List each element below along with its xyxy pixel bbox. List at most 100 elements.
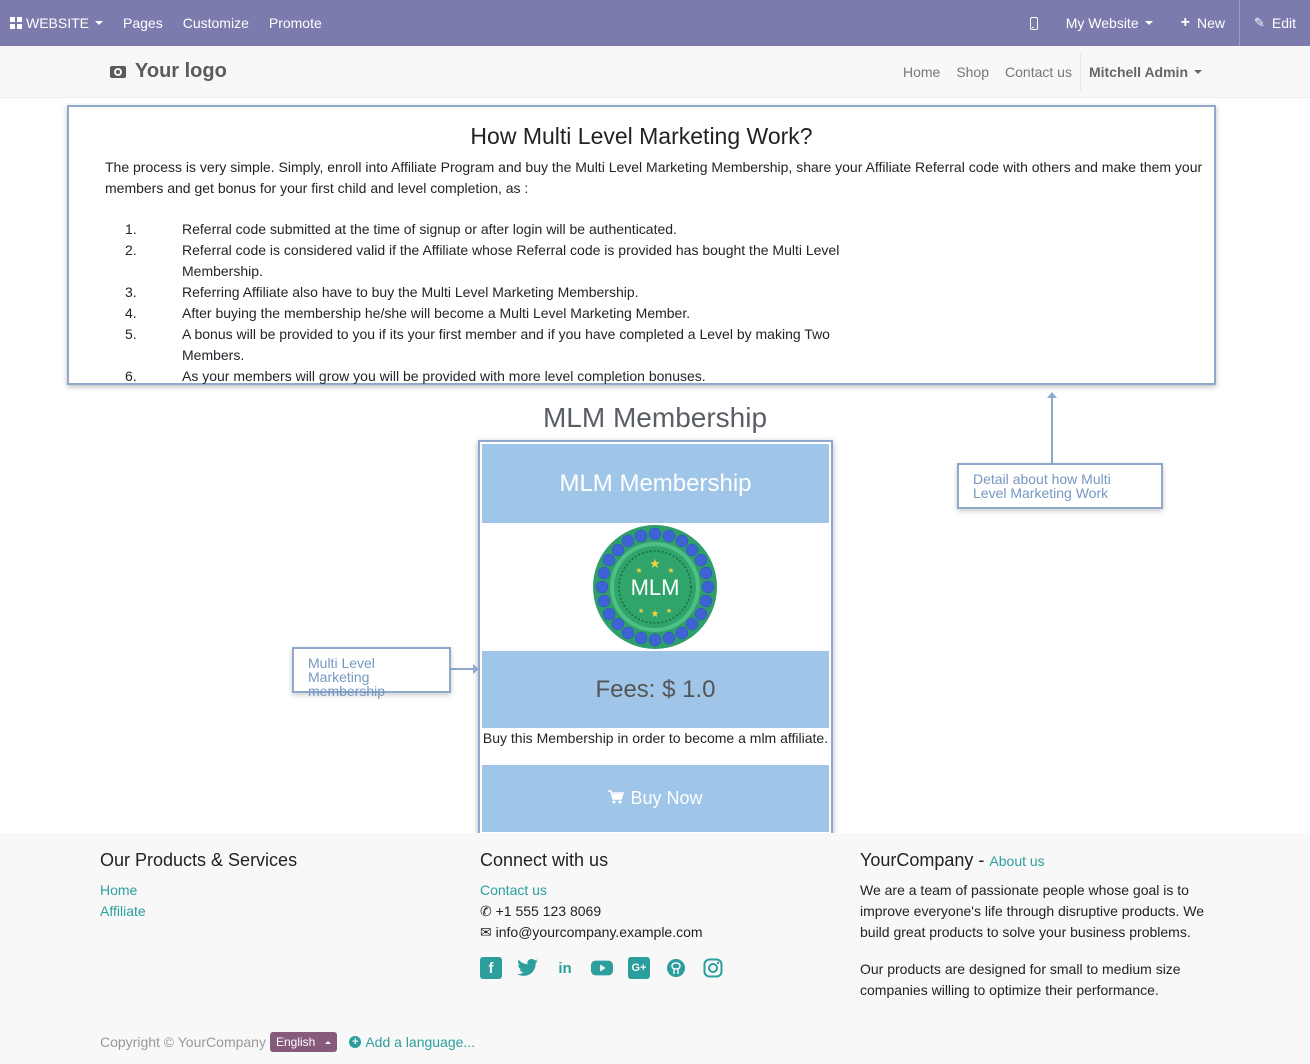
- edit-button[interactable]: ✎ Edit: [1238, 0, 1310, 46]
- language-selector[interactable]: English: [269, 1032, 338, 1052]
- svg-text:★: ★: [651, 609, 660, 620]
- website-switcher-label: My Website: [1065, 15, 1139, 31]
- footer-link-contact-us[interactable]: Contact us: [480, 880, 820, 901]
- phone-icon: ✆: [480, 903, 492, 919]
- membership-description: Buy this Membership in order to become a…: [482, 728, 829, 765]
- website-app-menu[interactable]: WEBSITE: [0, 0, 113, 46]
- user-menu[interactable]: Mitchell Admin: [1079, 54, 1310, 90]
- site-logo[interactable]: Your logo: [110, 60, 227, 83]
- svg-text:★: ★: [667, 566, 674, 575]
- arrow-right-icon: [473, 664, 479, 674]
- step-number: 4.: [125, 305, 137, 321]
- svg-text:★: ★: [666, 607, 672, 615]
- membership-callout: Multi Level Marketing membership: [292, 647, 451, 698]
- step-text: Referral code submitted at the time of s…: [182, 221, 677, 237]
- buy-now-label: Buy Now: [630, 788, 703, 808]
- step-number: 2.: [125, 242, 137, 258]
- apps-grid-icon: [10, 17, 22, 29]
- membership-section-title: MLM Membership: [542, 402, 768, 433]
- new-button[interactable]: + New: [1167, 0, 1239, 46]
- chevron-down-icon: [95, 21, 104, 25]
- about-us-link[interactable]: About us: [989, 853, 1044, 869]
- info-intro: The process is very simple. Simply, enro…: [105, 159, 1203, 196]
- step-text: After buying the membership he/she will …: [182, 305, 691, 321]
- youtube-icon[interactable]: [591, 957, 613, 979]
- list-item: 6. As your members will grow you will be …: [105, 366, 879, 387]
- step-text: As your members will grow you will be pr…: [182, 368, 706, 384]
- copyright-bar: Copyright © YourCompany English + Add a l…: [100, 1032, 475, 1052]
- site-header: Your logo Home Shop Contact us Mitchell …: [0, 46, 1310, 98]
- envelope-icon: ✉: [480, 924, 492, 940]
- github-icon[interactable]: [665, 957, 687, 979]
- card-title: MLM Membership: [559, 469, 752, 497]
- copyright-text: Copyright © YourCompany: [100, 1034, 266, 1050]
- chevron-down-icon: [1144, 21, 1153, 25]
- footer-link-affiliate[interactable]: Affiliate: [100, 901, 440, 922]
- nav-shop[interactable]: Shop: [948, 64, 997, 80]
- mlm-info-box: How Multi Level Marketing Work? The proc…: [67, 105, 1216, 385]
- chevron-down-icon: [1194, 70, 1202, 74]
- badge-text: MLM: [631, 575, 680, 600]
- svg-text:★: ★: [649, 557, 661, 572]
- list-item: 1. Referral code submitted at the time of…: [105, 219, 879, 240]
- footer-phone: ✆ +1 555 123 8069: [480, 901, 820, 922]
- linkedin-icon[interactable]: in: [554, 957, 576, 979]
- callout-connector: [1051, 396, 1053, 464]
- google-plus-icon[interactable]: G+: [628, 957, 650, 979]
- mlm-badge-icon: ★ ★ ★ ★ ★ ★ MLM: [593, 525, 717, 649]
- step-text: Referral code is considered valid if the…: [182, 242, 840, 279]
- list-item: 2. Referral code is considered valid if t…: [105, 240, 879, 282]
- edit-label: Edit: [1271, 15, 1296, 31]
- website-switcher[interactable]: My Website: [1052, 0, 1167, 46]
- promote-menu[interactable]: Promote: [259, 0, 332, 46]
- camera-icon: [110, 65, 126, 78]
- pages-menu[interactable]: Pages: [113, 0, 173, 46]
- footer-company-title: YourCompany - About us: [860, 850, 1210, 871]
- nav-home[interactable]: Home: [895, 64, 948, 80]
- twitter-icon[interactable]: [517, 957, 539, 979]
- mobile-preview-button[interactable]: [1016, 0, 1052, 46]
- company-name: YourCompany: [860, 850, 974, 870]
- email-address: info@yourcompany.example.com: [495, 924, 703, 940]
- step-number: 1.: [125, 221, 137, 237]
- plus-circle-icon: +: [349, 1036, 362, 1048]
- steps-list: 1. Referral code submitted at the time of…: [105, 219, 879, 387]
- membership-card-frame: MLM Membership ★ ★ ★ ★ ★ ★ MLM Fees: $ 1…: [478, 440, 833, 838]
- membership-fees: Fees: $ 1.0: [595, 675, 716, 703]
- list-item: 4. After buying the membership he/she wil…: [105, 303, 879, 324]
- add-language-label: Add a language...: [365, 1034, 476, 1050]
- card-image-band: ★ ★ ★ ★ ★ ★ MLM: [482, 523, 829, 651]
- buy-now-button[interactable]: Buy Now: [482, 765, 829, 832]
- mobile-icon: [1029, 16, 1038, 30]
- new-label: New: [1196, 15, 1225, 31]
- step-text: A bonus will be provided to you if its y…: [182, 326, 830, 363]
- add-language-link[interactable]: + Add a language...: [349, 1034, 475, 1050]
- logo-text: Your logo: [135, 60, 227, 82]
- info-title: How Multi Level Marketing Work?: [470, 123, 813, 149]
- chevron-up-icon: [325, 1040, 332, 1044]
- plus-icon: +: [1180, 14, 1190, 31]
- phone-number: +1 555 123 8069: [495, 903, 602, 919]
- svg-text:★: ★: [635, 566, 642, 575]
- footer-about-column: YourCompany - About us We are a team of …: [860, 850, 1210, 1017]
- instagram-icon[interactable]: [702, 957, 724, 979]
- list-item: 3. Referring Affiliate also have to buy t…: [105, 282, 879, 303]
- facebook-icon[interactable]: f: [480, 957, 502, 979]
- step-number: 3.: [125, 284, 137, 300]
- about-paragraph-1: We are a team of passionate people whose…: [860, 882, 1205, 940]
- step-number: 6.: [125, 368, 137, 384]
- nav-contact-us[interactable]: Contact us: [997, 64, 1080, 80]
- title-separator: -: [973, 850, 990, 870]
- footer-link-home[interactable]: Home: [100, 880, 440, 901]
- customize-menu[interactable]: Customize: [173, 0, 259, 46]
- user-name: Mitchell Admin: [1088, 64, 1188, 80]
- list-item: 5. A bonus will be provided to you if its…: [105, 324, 879, 366]
- footer-email: ✉ info@yourcompany.example.com: [480, 922, 820, 943]
- shopping-cart-icon: [608, 788, 625, 809]
- language-label: English: [275, 1035, 316, 1049]
- membership-card: MLM Membership ★ ★ ★ ★ ★ ★ MLM Fees: $ 1…: [482, 444, 829, 832]
- callout-connector: [451, 668, 475, 670]
- step-text: Referring Affiliate also have to buy the…: [182, 284, 639, 300]
- footer-connect-column: Connect with us Contact us ✆ +1 555 123 …: [480, 850, 820, 979]
- social-links: f in G+: [480, 957, 820, 979]
